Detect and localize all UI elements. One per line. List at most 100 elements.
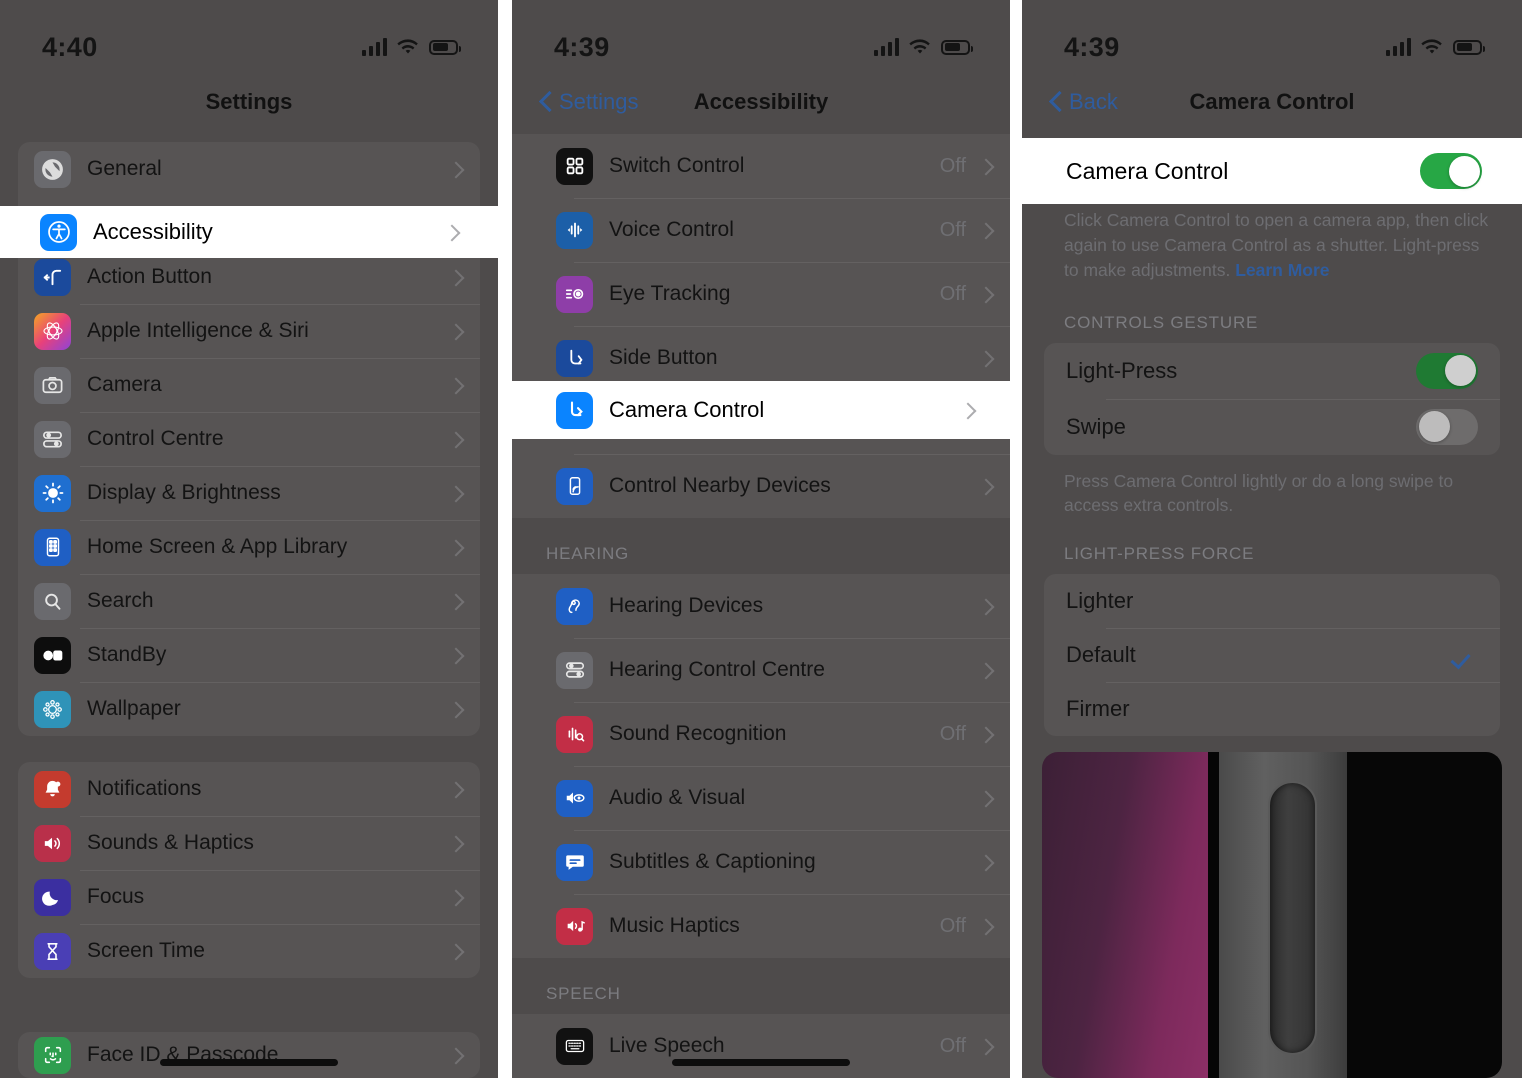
sidebar-item-notifications[interactable]: Notifications bbox=[18, 762, 480, 816]
list-item-label: Audio & Visual bbox=[609, 786, 746, 809]
eye-tracking-icon bbox=[556, 275, 593, 313]
list-item-sound-recognition[interactable]: Sound Recognition Off bbox=[512, 702, 1010, 766]
list-item-value: Off bbox=[939, 154, 966, 177]
chevron-right-icon bbox=[980, 350, 990, 367]
chevron-right-icon bbox=[980, 286, 990, 303]
sidebar-item-accessibility[interactable]: Accessibility bbox=[0, 206, 498, 258]
nav-bar-camera-control: Back Camera Control bbox=[1022, 76, 1522, 128]
sidebar-item-camera[interactable]: Camera bbox=[18, 358, 480, 412]
sidebar-item-sounds-haptics[interactable]: Sounds & Haptics bbox=[18, 816, 480, 870]
switch-control-icon bbox=[556, 147, 593, 185]
sounds-icon bbox=[34, 824, 71, 862]
option-label: Default bbox=[1066, 642, 1136, 668]
list-item-label: Switch Control bbox=[609, 154, 745, 177]
list-item-label: Music Haptics bbox=[609, 914, 740, 937]
list-item-control-nearby-devices[interactable]: Control Nearby Devices bbox=[512, 454, 1010, 518]
list-item-label: Camera Control bbox=[609, 397, 765, 422]
toggle-label: Swipe bbox=[1066, 413, 1126, 439]
sidebar-item-apple-intelligence-siri[interactable]: Apple Intelligence & Siri bbox=[18, 304, 480, 358]
sidebar-item-control-centre[interactable]: Control Centre bbox=[18, 412, 480, 466]
sidebar-item-wallpaper[interactable]: Wallpaper bbox=[18, 682, 480, 736]
focus-icon bbox=[34, 878, 71, 916]
sidebar-item-standby[interactable]: StandBy bbox=[18, 628, 480, 682]
page-title: Settings bbox=[205, 89, 293, 114]
photo-device-edge bbox=[1218, 752, 1348, 1078]
option-label: Lighter bbox=[1066, 588, 1134, 614]
panel-camera-control: 4:39 Back Camera Control Click Camera Co… bbox=[1022, 0, 1522, 1078]
chevron-right-icon bbox=[980, 790, 990, 807]
photo-black-region bbox=[1347, 752, 1502, 1078]
list-item-voice-control[interactable]: Voice Control Off bbox=[512, 198, 1010, 262]
sidebar-item-general[interactable]: General bbox=[18, 142, 480, 196]
sidebar-item-label: Apple Intelligence & Siri bbox=[87, 319, 309, 342]
sidebar-item-label: Camera bbox=[87, 373, 162, 396]
chevron-right-icon bbox=[980, 1038, 990, 1055]
gesture-description: Press Camera Control lightly or do a lon… bbox=[1064, 470, 1454, 516]
light-press-toggle[interactable] bbox=[1416, 352, 1478, 389]
list-item-music-haptics[interactable]: Music Haptics Off bbox=[512, 894, 1010, 958]
back-button-label: Settings bbox=[559, 89, 639, 114]
sidebar-item-label: General bbox=[87, 157, 162, 180]
option-row-default[interactable]: Default bbox=[1044, 628, 1500, 682]
cellular-bars-icon bbox=[874, 38, 899, 56]
toggle-row-swipe[interactable]: Swipe bbox=[1044, 398, 1500, 455]
learn-more-link[interactable]: Learn More bbox=[1235, 260, 1329, 280]
list-item-switch-control[interactable]: Switch Control Off bbox=[512, 134, 1010, 198]
chevron-right-icon bbox=[450, 431, 460, 448]
chevron-right-icon bbox=[450, 1047, 460, 1064]
chevron-right-icon bbox=[450, 377, 460, 394]
list-item-camera-control[interactable]: Camera Control bbox=[512, 381, 1010, 439]
highlight-band-camera-control-toggle: Camera Control bbox=[1022, 138, 1522, 204]
sidebar-item-focus[interactable]: Focus bbox=[18, 870, 480, 924]
accessibility-group-1: Switch Control Off Voice Control Off Eye… bbox=[512, 134, 1010, 518]
back-button[interactable]: Back bbox=[1042, 89, 1118, 115]
sidebar-item-screen-time[interactable]: Screen Time bbox=[18, 924, 480, 978]
list-item-label: Control Nearby Devices bbox=[609, 474, 831, 497]
sidebar-item-display-brightness[interactable]: Display & Brightness bbox=[18, 466, 480, 520]
music-haptics-icon bbox=[556, 907, 593, 945]
panel-accessibility: 4:39 Settings Accessibility Switch Contr… bbox=[512, 0, 1010, 1078]
side-button-icon bbox=[556, 339, 593, 377]
list-item-live-speech[interactable]: Live Speech Off bbox=[512, 1014, 1010, 1078]
sidebar-item-label: Notifications bbox=[87, 777, 202, 800]
option-row-firmer[interactable]: Firmer bbox=[1044, 682, 1500, 736]
chevron-right-icon bbox=[980, 158, 990, 175]
toggle-row-light-press[interactable]: Light-Press bbox=[1044, 343, 1500, 399]
swipe-toggle[interactable] bbox=[1416, 408, 1478, 445]
list-item-audio-visual[interactable]: Audio & Visual bbox=[512, 766, 1010, 830]
chevron-right-icon bbox=[980, 222, 990, 239]
sidebar-item-search[interactable]: Search bbox=[18, 574, 480, 628]
list-item-hearing-devices[interactable]: Hearing Devices bbox=[512, 574, 1010, 638]
gear-icon bbox=[34, 150, 71, 188]
back-button[interactable]: Settings bbox=[532, 89, 639, 115]
settings-screen: 4:40 Settings General Action Button Appl… bbox=[0, 0, 498, 1078]
chevron-right-icon bbox=[446, 224, 456, 241]
sidebar-item-label: Wallpaper bbox=[87, 697, 181, 720]
camera-control-toggle[interactable] bbox=[1420, 153, 1482, 189]
sidebar-item-label: Focus bbox=[87, 885, 145, 908]
sidebar-item-home-screen-app-library[interactable]: Home Screen & App Library bbox=[18, 520, 480, 574]
sidebar-item-label: StandBy bbox=[87, 643, 167, 666]
audio-visual-icon bbox=[556, 779, 593, 817]
battery-icon bbox=[1453, 39, 1485, 55]
status-icons bbox=[874, 38, 973, 56]
chevron-right-icon bbox=[450, 889, 460, 906]
sidebar-item-action-button[interactable]: Action Button bbox=[18, 250, 480, 304]
sidebar-item-label: Control Centre bbox=[87, 427, 224, 450]
wallpaper-icon bbox=[34, 690, 71, 728]
list-item-eye-tracking[interactable]: Eye Tracking Off bbox=[512, 262, 1010, 326]
chevron-right-icon bbox=[450, 943, 460, 960]
list-item-hearing-control-centre[interactable]: Hearing Control Centre bbox=[512, 638, 1010, 702]
accessibility-icon bbox=[40, 213, 77, 251]
chevron-right-icon bbox=[450, 835, 460, 852]
sidebar-item-face-id-passcode[interactable]: Face ID & Passcode bbox=[18, 1032, 480, 1078]
voice-control-icon bbox=[556, 211, 593, 249]
sidebar-item-label: Home Screen & App Library bbox=[87, 535, 348, 558]
wifi-icon bbox=[397, 38, 419, 56]
list-item-subtitles-captioning[interactable]: Subtitles & Captioning bbox=[512, 830, 1010, 894]
status-clock: 4:39 bbox=[1064, 31, 1120, 62]
option-row-lighter[interactable]: Lighter bbox=[1044, 574, 1500, 628]
chevron-right-icon bbox=[450, 161, 460, 178]
photo-dark-seam bbox=[1207, 752, 1219, 1078]
wifi-icon bbox=[909, 38, 931, 56]
